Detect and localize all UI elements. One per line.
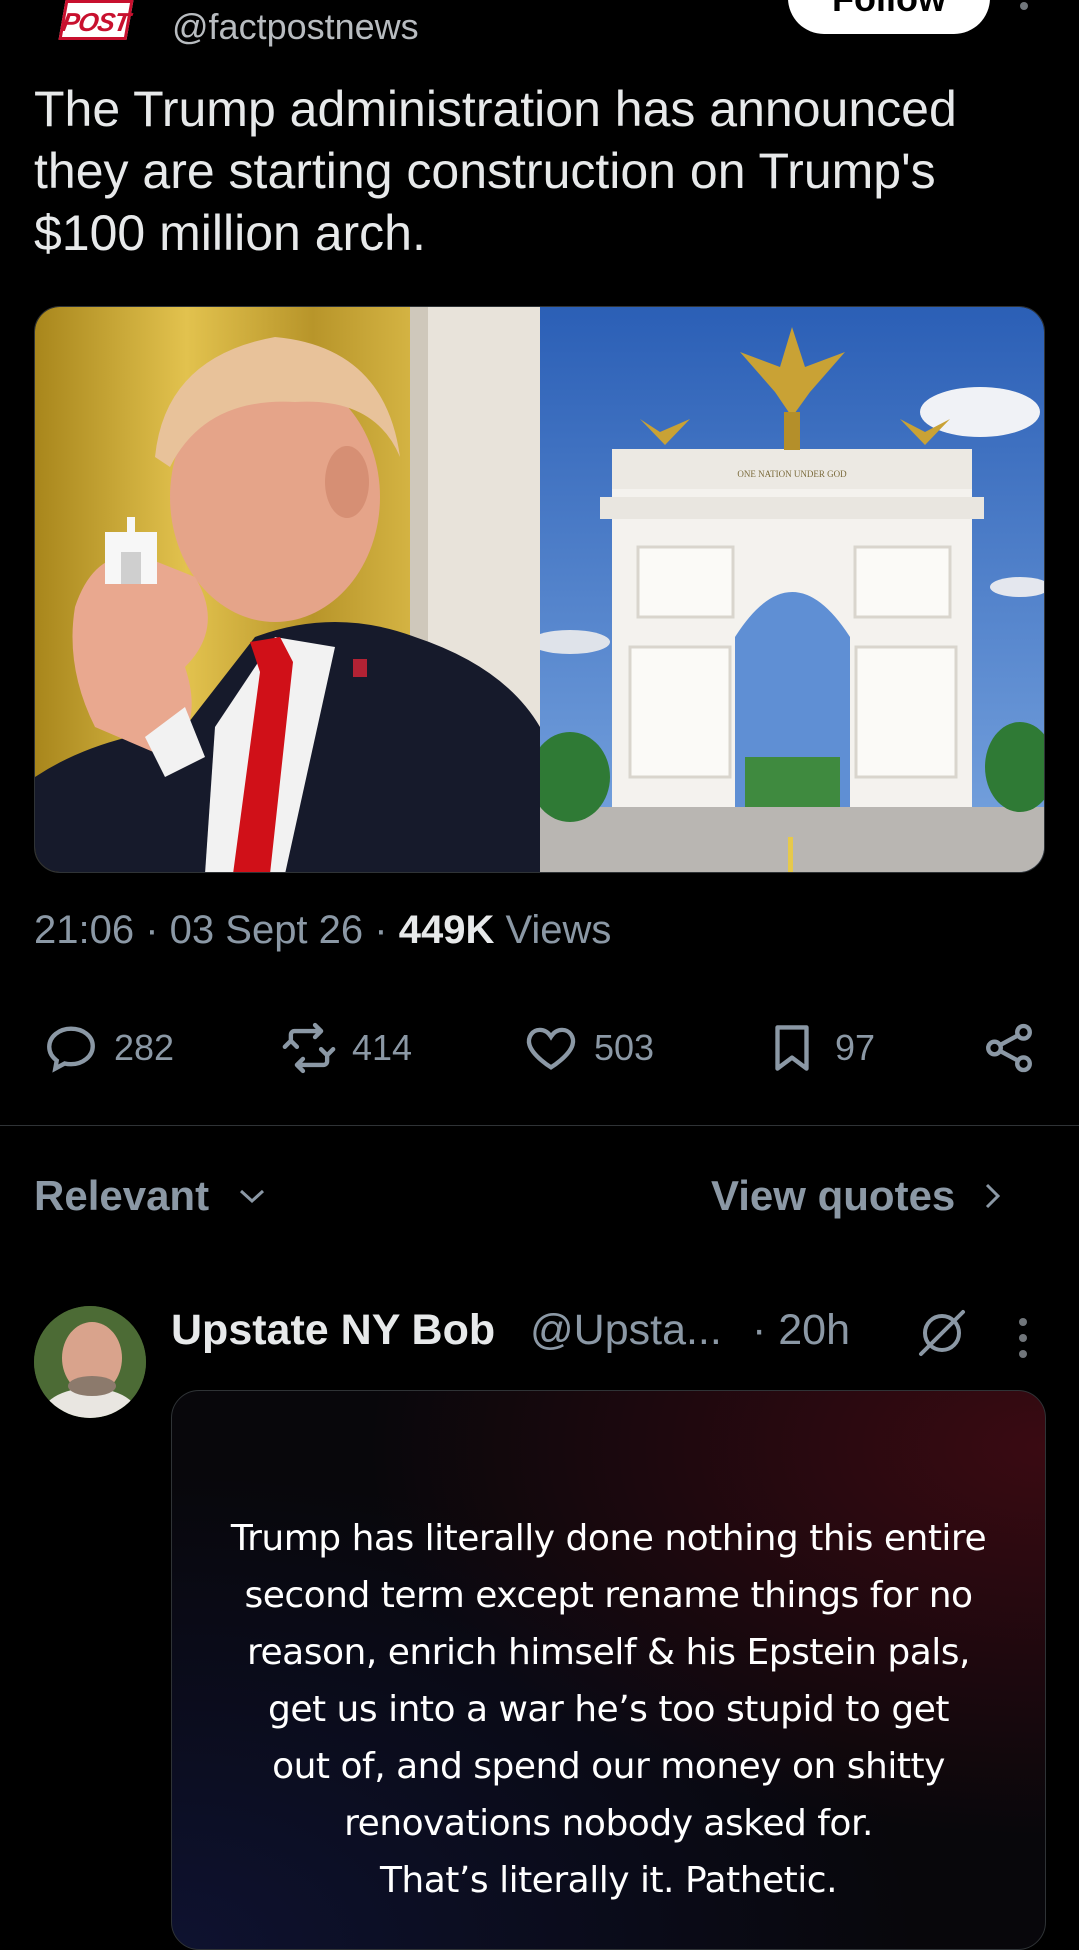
author-handle[interactable]: @factpostnews (172, 6, 419, 48)
like-count: 503 (594, 1027, 655, 1068)
tweet-meta: 21:06 · 03 Sept 26 · 449K Views (34, 908, 612, 952)
reply-timestamp[interactable]: · 20h (752, 1306, 850, 1355)
account-logo[interactable]: POST (58, 0, 134, 40)
bookmark-icon (775, 1025, 809, 1071)
repost-icon (282, 1022, 336, 1074)
tweet-date: 03 Sept 26 (169, 908, 364, 952)
divider (0, 1125, 1079, 1126)
views-label: Views (505, 908, 612, 952)
repost-button[interactable]: 414 (280, 1018, 412, 1078)
like-icon (526, 1027, 576, 1070)
more-icon[interactable] (1013, 1316, 1033, 1360)
sort-dropdown[interactable]: Relevant (34, 1172, 267, 1220)
reply-author-handle[interactable]: @Upsta... (530, 1306, 722, 1355)
repost-count: 414 (352, 1027, 413, 1068)
reply-button[interactable]: 282 (42, 1018, 174, 1078)
grok-icon[interactable] (915, 1306, 969, 1360)
view-quotes-label: View quotes (711, 1172, 956, 1219)
photo-trump-holding-model[interactable] (35, 307, 540, 872)
tweet-time: 21:06 (34, 908, 135, 952)
chevron-right-icon (986, 1183, 1001, 1209)
avatar[interactable] (34, 1306, 146, 1418)
share-button[interactable] (980, 1018, 1038, 1078)
arch-inscription: ONE NATION UNDER GOD (737, 469, 847, 479)
bookmark-count: 97 (835, 1027, 876, 1068)
reply-icon (47, 1026, 95, 1073)
more-icon[interactable] (1013, 0, 1033, 14)
views-count: 449K (398, 908, 495, 952)
logo-text: POST (59, 7, 132, 37)
photo-arch-rendering[interactable]: ONE NATION UNDER GOD (539, 307, 1044, 872)
reply-count: 282 (114, 1027, 175, 1068)
view-quotes-link[interactable]: View quotes (711, 1172, 1003, 1220)
sort-label: Relevant (34, 1172, 210, 1219)
like-button[interactable]: 503 (522, 1018, 654, 1078)
quote-card-text: Trump has literally done nothing this en… (230, 1518, 987, 1901)
bookmark-button[interactable]: 97 (763, 1018, 875, 1078)
tweet-media[interactable]: ONE NATION UNDER GOD (34, 306, 1045, 873)
reply-author-name[interactable]: Upstate NY Bob (171, 1306, 495, 1355)
follow-button[interactable]: Follow (788, 0, 990, 34)
tweet-text: The Trump administration has announced t… (34, 81, 957, 261)
share-icon (986, 1023, 1032, 1073)
chevron-down-icon (240, 1189, 265, 1204)
